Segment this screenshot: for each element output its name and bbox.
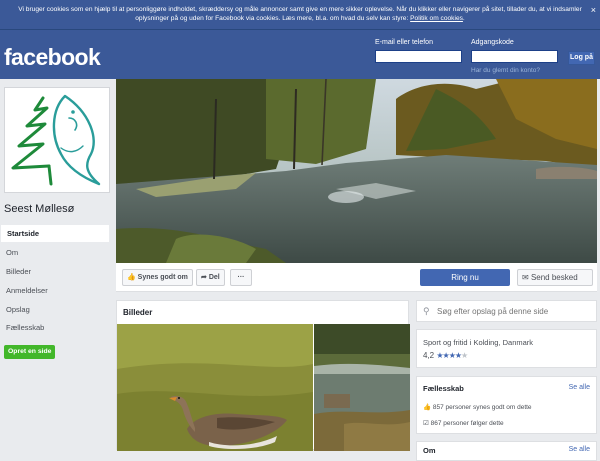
photos-card: Billeder bbox=[116, 300, 410, 451]
more-options-button[interactable]: ··· bbox=[230, 269, 252, 286]
forgot-account-link[interactable]: Har du glemt din konto? bbox=[471, 67, 540, 74]
photos-title[interactable]: Billeder bbox=[123, 308, 152, 317]
search-input[interactable] bbox=[417, 301, 596, 321]
share-button[interactable]: ➦ Del bbox=[196, 269, 225, 286]
cover-photo[interactable] bbox=[116, 79, 597, 263]
about-card: Om Se alle bbox=[416, 441, 597, 461]
password-label: Adgangskode bbox=[471, 39, 514, 46]
rating-star-empty-icon: ★ bbox=[461, 351, 469, 360]
share-arrow-icon: ➦ bbox=[201, 274, 207, 281]
rating-value: 4,2 bbox=[423, 351, 435, 360]
tree-fish-logo-icon bbox=[11, 94, 101, 186]
follows-text: 867 personer følger dette bbox=[430, 420, 504, 427]
email-label: E-mail eller telefon bbox=[375, 39, 433, 46]
page-info-card: Sport og fritid i Kolding, Danmark 4,2 ★… bbox=[416, 329, 597, 368]
send-message-label: Send besked bbox=[530, 273, 578, 282]
cookie-banner: Vi bruger cookies som en hjælp til at pe… bbox=[0, 0, 600, 30]
password-field[interactable] bbox=[471, 50, 558, 63]
sidebar-item-startside[interactable]: Startside bbox=[0, 225, 109, 242]
sidebar-item-faellesskab[interactable]: Fællesskab bbox=[0, 319, 109, 336]
email-field[interactable] bbox=[375, 50, 462, 63]
message-icon: ✉ bbox=[522, 273, 529, 282]
community-card: Fællesskab Se alle 👍 857 personer synes … bbox=[416, 376, 597, 434]
about-title: Om bbox=[423, 446, 436, 455]
goose-photo-image bbox=[117, 324, 313, 451]
login-button[interactable]: Log på bbox=[568, 51, 595, 65]
follows-stat: ☑ 867 personer følger dette bbox=[423, 419, 504, 427]
thumbs-up-icon: 👍 bbox=[423, 404, 432, 411]
share-label: Del bbox=[208, 274, 220, 281]
follow-icon: ☑ bbox=[423, 420, 429, 427]
sidebar-item-billeder[interactable]: Billeder bbox=[0, 263, 109, 280]
sidebar-item-opslag[interactable]: Opslag bbox=[0, 301, 109, 318]
create-page-button[interactable]: Opret en side bbox=[4, 345, 56, 359]
page-category[interactable]: Sport og fritid i Kolding, Danmark bbox=[423, 338, 533, 347]
photo-thumbnail-goose[interactable] bbox=[117, 324, 313, 451]
page-action-bar: 👍 Synes godt om ➦ Del ··· Ring nu ✉ Send… bbox=[116, 263, 597, 292]
lake-landscape-image bbox=[116, 79, 597, 263]
community-see-all-link[interactable]: Se alle bbox=[569, 384, 590, 391]
sidebar-item-om[interactable]: Om bbox=[0, 244, 109, 261]
rating-row[interactable]: 4,2 ★★★★★ bbox=[423, 351, 468, 360]
thumbs-up-icon: 👍 bbox=[127, 274, 136, 281]
facebook-logo[interactable]: facebook bbox=[4, 44, 101, 71]
rating-stars-icon: ★★★★ bbox=[436, 351, 462, 360]
cookie-policy-link[interactable]: Politik om cookies bbox=[410, 15, 463, 22]
call-now-button[interactable]: Ring nu bbox=[420, 269, 510, 286]
community-title: Fællesskab bbox=[423, 384, 464, 393]
page-search-box[interactable]: ⚲ bbox=[416, 300, 597, 322]
sidebar-item-anmeldelser[interactable]: Anmeldelser bbox=[0, 282, 109, 299]
top-header: facebook E-mail eller telefon Adgangskod… bbox=[0, 30, 600, 79]
like-label: Synes godt om bbox=[137, 274, 188, 281]
cookie-text: Vi bruger cookies som en hjælp til at pe… bbox=[18, 6, 582, 22]
send-message-button[interactable]: ✉ Send besked bbox=[517, 269, 593, 286]
photo-thumbnail-lake[interactable] bbox=[314, 324, 410, 451]
like-button[interactable]: 👍 Synes godt om bbox=[122, 269, 193, 286]
likes-text: 857 personer synes godt om dette bbox=[432, 404, 532, 411]
close-icon[interactable]: × bbox=[591, 6, 596, 15]
likes-stat: 👍 857 personer synes godt om dette bbox=[423, 403, 532, 411]
page-title: Seest Møllesø bbox=[4, 203, 75, 215]
profile-picture[interactable] bbox=[4, 87, 110, 193]
page-sidebar: Seest Møllesø Startside Om Billeder Anme… bbox=[0, 79, 112, 450]
lake-photo-image bbox=[314, 324, 410, 451]
